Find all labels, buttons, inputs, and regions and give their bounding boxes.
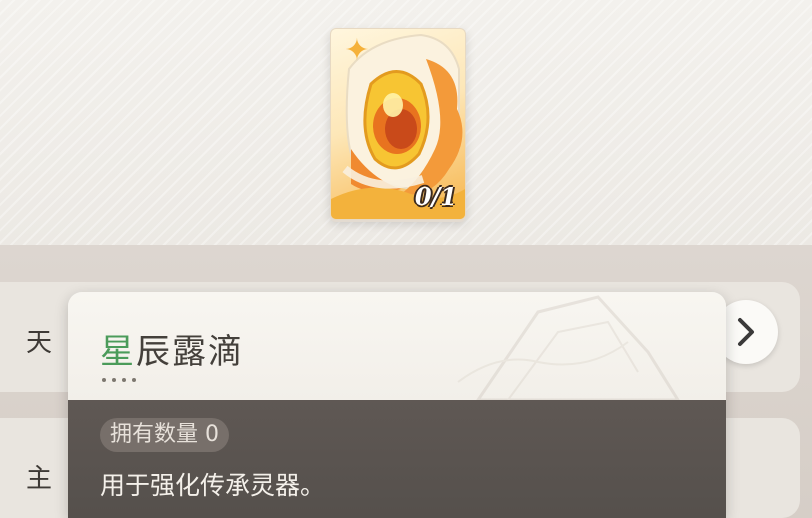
watermark-sketch-icon [457,295,680,400]
rarity-dot [122,378,126,382]
list-row-label: 天 [26,328,53,358]
item-tooltip: 星辰露滴 拥有数量 0 用于强化传承灵器。 [68,292,726,518]
tooltip-header: 星辰露滴 [68,292,726,400]
item-name-rest: 辰露滴 [136,332,244,372]
rarity-dot [102,378,106,382]
tooltip-body: 拥有数量 0 用于强化传承灵器。 [68,400,726,518]
rarity-dot [132,378,136,382]
item-name: 星辰露滴 [100,324,244,373]
rarity-dots [102,378,136,382]
chevron-right-icon [738,318,754,346]
list-row-label: 主 [26,464,53,494]
item-count: 0/1 [414,182,457,211]
item-description: 用于强化传承灵器。 [100,471,326,500]
sparkle-icon: ✦ [344,33,370,68]
item-card[interactable]: ✦ 0/1 [330,28,466,220]
rarity-dot [112,378,116,382]
owned-count-badge: 拥有数量 0 [100,418,229,452]
item-name-accent: 星 [100,332,136,372]
